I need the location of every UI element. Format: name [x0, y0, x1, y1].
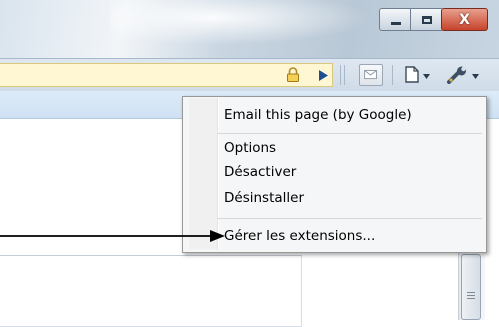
scrollbar-thumb[interactable]: [461, 254, 481, 320]
go-arrow-icon[interactable]: [318, 70, 328, 81]
menu-item-deactivate[interactable]: Désactiver: [224, 161, 296, 183]
address-bar[interactable]: [0, 63, 333, 87]
toolbar-separator: [392, 65, 393, 85]
maximize-icon: [421, 15, 432, 24]
scrollbar-grip: [467, 298, 475, 299]
close-button[interactable]: X: [441, 8, 488, 31]
menu-separator: [217, 218, 482, 219]
menu-item-uninstall[interactable]: Désinstaller: [224, 187, 304, 209]
callout-arrow-icon: [0, 230, 225, 242]
titlebar-glass: [110, 0, 370, 45]
menu-separator: [217, 133, 482, 134]
content-frame: [0, 255, 302, 327]
mail-button[interactable]: [359, 64, 383, 86]
close-icon: X: [459, 11, 470, 28]
menu-icon-gutter: [189, 98, 218, 249]
menu-item-email-page[interactable]: Email this page (by Google): [224, 104, 412, 126]
toolbar-separator: [344, 65, 345, 85]
scrollbar-grip: [467, 292, 475, 293]
menu-item-options[interactable]: Options: [224, 137, 276, 159]
page-menu-icon[interactable]: [405, 66, 419, 83]
lock-icon[interactable]: [286, 67, 300, 82]
scrollbar-grip: [467, 295, 475, 296]
chevron-down-icon[interactable]: [472, 74, 479, 79]
toolbar-separator: [340, 65, 341, 85]
minimize-button[interactable]: [379, 8, 411, 31]
mail-icon: [364, 70, 377, 80]
maximize-button[interactable]: [410, 8, 442, 31]
minimize-icon: [390, 22, 401, 25]
wrench-menu-icon[interactable]: [447, 66, 469, 84]
chevron-down-icon[interactable]: [423, 74, 430, 79]
menu-item-manage-extensions[interactable]: Gérer les extensions...: [224, 225, 375, 247]
